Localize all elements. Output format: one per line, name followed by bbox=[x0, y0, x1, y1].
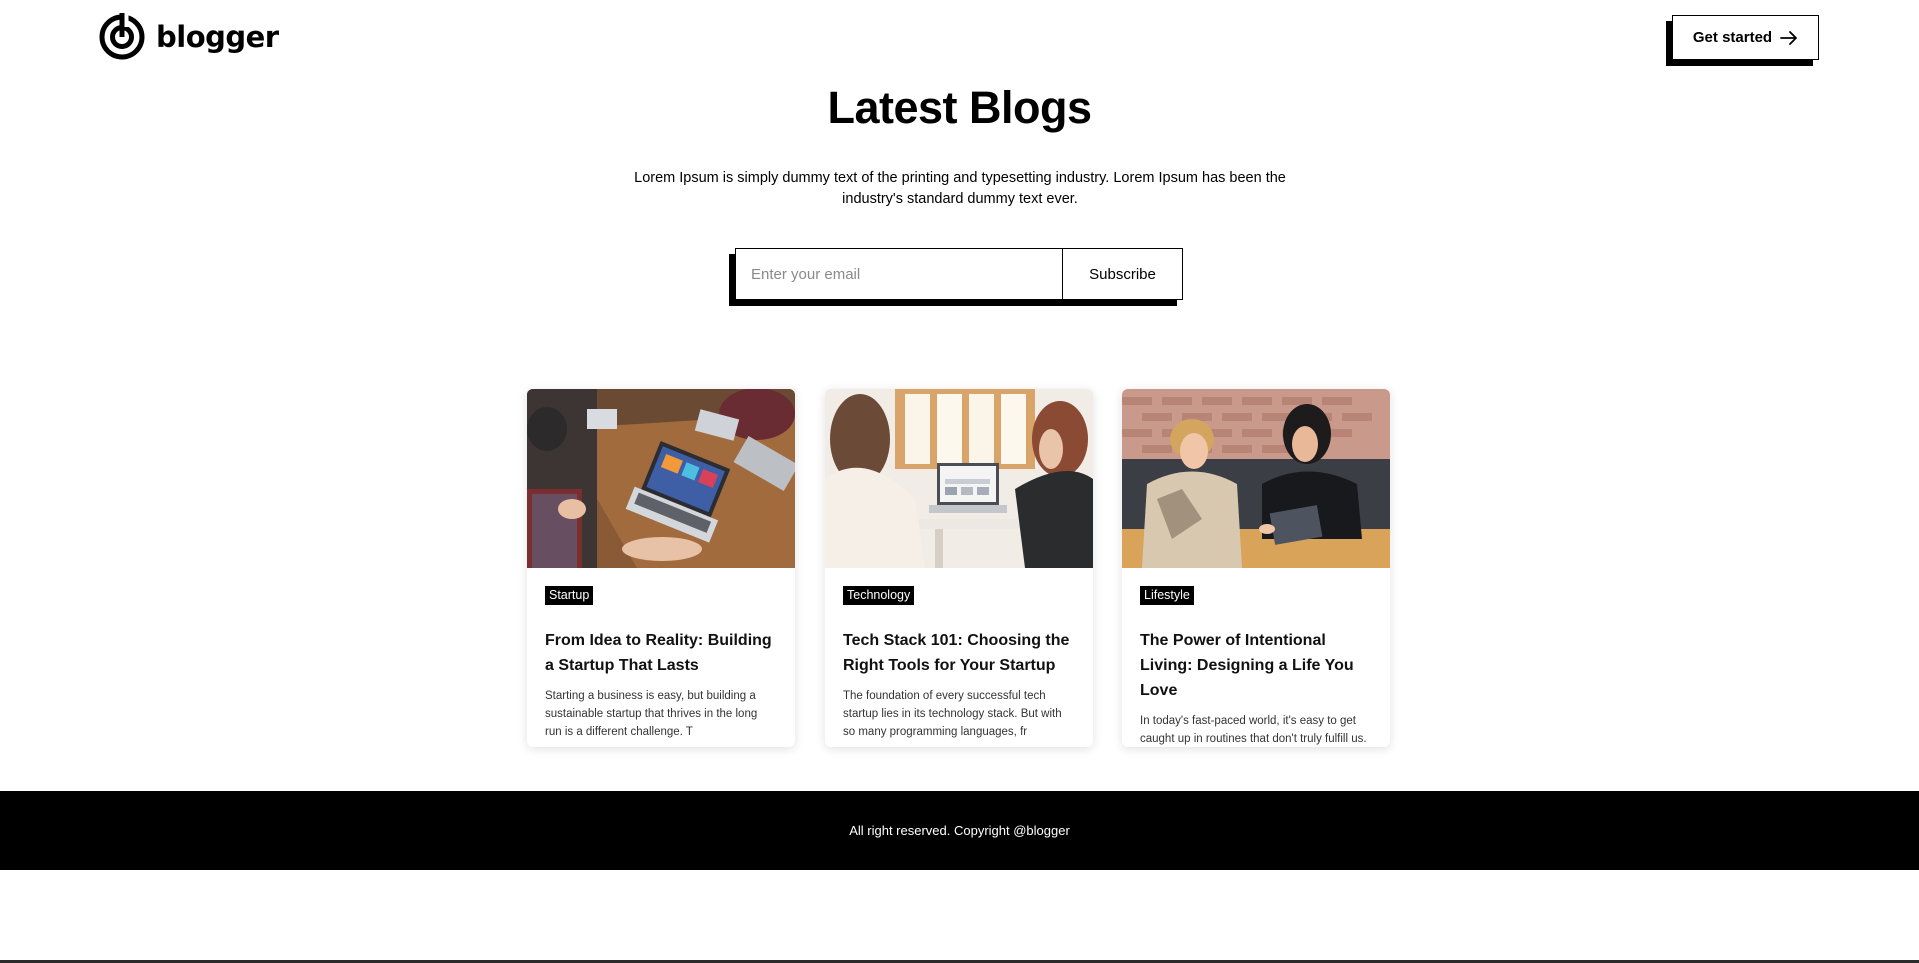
get-started-label: Get started bbox=[1692, 29, 1773, 46]
category-tag[interactable]: Lifestyle bbox=[1140, 586, 1194, 605]
post-title[interactable]: Tech Stack 101: Choosing the Right Tools… bbox=[843, 628, 1075, 678]
category-tag[interactable]: Startup bbox=[545, 586, 594, 605]
target-ring-icon bbox=[99, 13, 145, 60]
category-tag[interactable]: Technology bbox=[843, 586, 915, 605]
blog-card[interactable]: Technology Tech Stack 101: Choosing the … bbox=[825, 389, 1093, 747]
get-started-container: Get started bbox=[1666, 15, 1819, 66]
copyright-text: All right reserved. Copyright @blogger bbox=[849, 823, 1070, 838]
email-input[interactable] bbox=[736, 249, 1062, 299]
post-title[interactable]: From Idea to Reality: Building a Startup… bbox=[545, 628, 777, 678]
site-footer: All right reserved. Copyright @blogger bbox=[0, 791, 1919, 870]
page-title: Latest Blogs bbox=[827, 82, 1092, 133]
arrow-right-icon bbox=[1780, 30, 1797, 45]
team-meeting-laptops-photo bbox=[527, 389, 795, 568]
post-title[interactable]: The Power of Intentional Living: Designi… bbox=[1140, 628, 1372, 703]
post-excerpt: In today's fast-paced world, it's easy t… bbox=[1140, 715, 1367, 745]
post-excerpt: Starting a business is easy, but buildin… bbox=[545, 690, 758, 738]
subscribe-form: Subscribe bbox=[729, 248, 1183, 306]
subscribe-button[interactable]: Subscribe bbox=[1062, 249, 1182, 299]
subscribe-box: Subscribe bbox=[735, 248, 1183, 300]
post-excerpt: The foundation of every successful tech … bbox=[843, 690, 1062, 738]
get-started-button[interactable]: Get started bbox=[1672, 15, 1819, 60]
two-women-conversation-photo bbox=[1122, 389, 1390, 568]
brand-logo[interactable]: blogger bbox=[98, 13, 279, 61]
hero-description: Lorem Ipsum is simply dummy text of the … bbox=[634, 170, 1286, 207]
women-at-laptop-photo bbox=[825, 389, 1093, 568]
blog-card[interactable]: Lifestyle The Power of Intentional Livin… bbox=[1122, 389, 1390, 747]
site-header: blogger Get started bbox=[0, 0, 1919, 76]
blog-card[interactable]: Startup From Idea to Reality: Building a… bbox=[527, 389, 795, 747]
brand-name: blogger bbox=[156, 20, 279, 54]
